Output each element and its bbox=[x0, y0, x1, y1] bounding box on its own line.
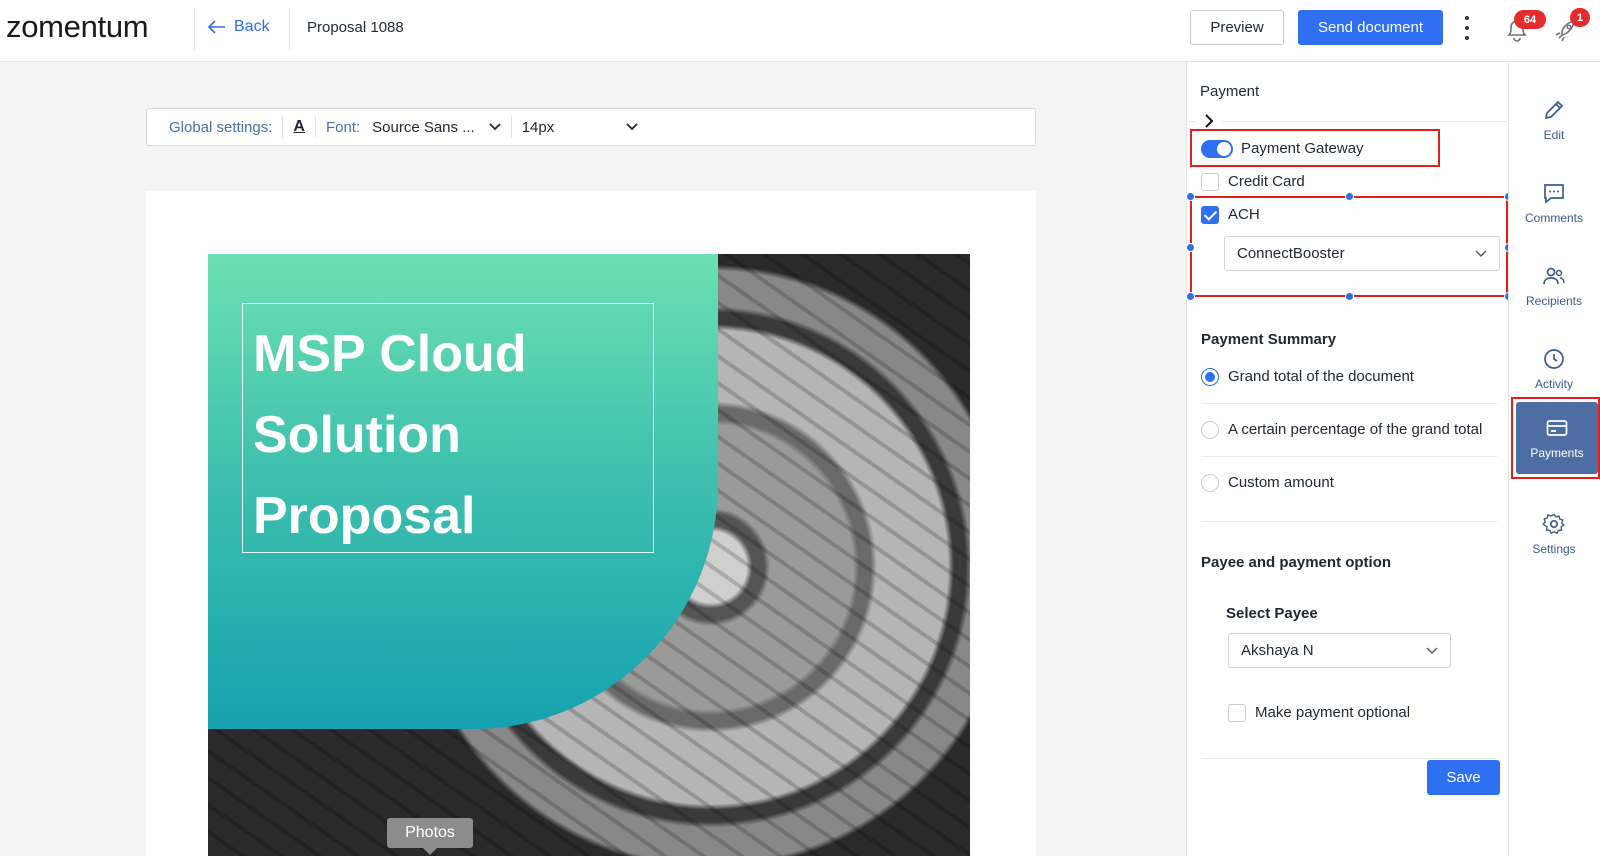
rail-label: Comments bbox=[1524, 211, 1583, 225]
more-options-icon[interactable] bbox=[1462, 16, 1472, 40]
send-document-button[interactable]: Send document bbox=[1298, 10, 1443, 45]
cover-title-line: Proposal bbox=[253, 487, 476, 545]
clock-icon bbox=[1544, 349, 1564, 369]
document-title[interactable]: Proposal 1088 bbox=[307, 19, 404, 36]
payment-summary-heading: Payment Summary bbox=[1201, 331, 1337, 348]
rail-settings[interactable]: Settings bbox=[1508, 496, 1600, 572]
radio-label: Custom amount bbox=[1228, 474, 1334, 491]
radio-percentage[interactable] bbox=[1201, 421, 1219, 439]
gear-icon bbox=[1542, 513, 1565, 535]
global-settings-toolbar: Global settings: A Font: Source Sans ...… bbox=[146, 108, 1036, 146]
header-divider bbox=[194, 8, 195, 50]
pencil-icon bbox=[1544, 100, 1564, 120]
divider bbox=[1201, 456, 1497, 457]
rail-recipients[interactable]: Recipients bbox=[1508, 248, 1600, 324]
save-button[interactable]: Save bbox=[1427, 760, 1500, 795]
chevron-down-icon bbox=[1426, 647, 1438, 654]
gateway-highlight bbox=[1190, 129, 1440, 167]
users-icon bbox=[1543, 267, 1565, 285]
credit-card-label: Credit Card bbox=[1228, 173, 1305, 190]
divider bbox=[1201, 403, 1497, 404]
resize-handle[interactable] bbox=[1186, 243, 1195, 252]
resize-handle[interactable] bbox=[1186, 292, 1195, 301]
chevron-right-icon bbox=[1205, 114, 1214, 128]
resize-handle[interactable] bbox=[1345, 192, 1354, 201]
resize-handle[interactable] bbox=[1345, 292, 1354, 301]
cover-title-line: MSP Cloud bbox=[253, 325, 527, 383]
back-label: Back bbox=[234, 18, 270, 35]
rail-edit[interactable]: Edit bbox=[1508, 82, 1600, 158]
rail-label: Settings bbox=[1532, 542, 1576, 556]
divider bbox=[1201, 758, 1497, 759]
payments-highlight bbox=[1511, 397, 1600, 479]
payee-heading: Payee and payment option bbox=[1201, 554, 1392, 571]
font-size-select[interactable]: 14px bbox=[522, 119, 626, 136]
make-optional-label: Make payment optional bbox=[1255, 704, 1411, 721]
cover-title[interactable]: MSP Cloud Solution Proposal bbox=[253, 314, 643, 557]
radio-grand-total[interactable] bbox=[1201, 368, 1219, 386]
back-button[interactable]: Back bbox=[208, 18, 270, 36]
header-divider bbox=[289, 8, 290, 50]
divider bbox=[1201, 521, 1497, 522]
zomentum-logo[interactable]: zomentum bbox=[6, 9, 149, 45]
global-settings-label: Global settings: bbox=[169, 118, 273, 136]
top-bar: zomentum Back Proposal 1088 Preview Send… bbox=[0, 0, 1600, 62]
radio-label: Grand total of the document bbox=[1228, 368, 1414, 385]
comment-icon bbox=[1544, 184, 1564, 204]
rail-label: Activity bbox=[1534, 377, 1573, 391]
credit-card-checkbox[interactable] bbox=[1201, 173, 1219, 191]
payee-value: Akshaya N bbox=[1241, 642, 1314, 659]
arrow-left-icon bbox=[208, 20, 225, 34]
rail-label: Recipients bbox=[1525, 294, 1583, 308]
notifications-badge: 64 bbox=[1514, 10, 1546, 29]
cover-section[interactable]: MSP Cloud Solution Proposal bbox=[208, 254, 970, 856]
resize-handle[interactable] bbox=[1186, 192, 1195, 201]
cover-title-line: Solution bbox=[253, 406, 461, 464]
cover-title-box[interactable]: MSP Cloud Solution Proposal bbox=[242, 303, 654, 553]
rail-activity[interactable]: Activity bbox=[1508, 331, 1600, 407]
radio-label: A certain percentage of the grand total bbox=[1228, 421, 1483, 438]
radio-custom-amount[interactable] bbox=[1201, 474, 1219, 492]
make-optional-checkbox[interactable] bbox=[1228, 704, 1246, 722]
preview-button[interactable]: Preview bbox=[1190, 10, 1284, 45]
ach-selection-box[interactable] bbox=[1190, 196, 1508, 297]
rail-label: Edit bbox=[1543, 128, 1565, 142]
photos-tooltip[interactable]: Photos bbox=[387, 818, 473, 855]
chevron-down-icon[interactable] bbox=[626, 123, 638, 131]
panel-divider bbox=[1186, 121, 1508, 122]
font-label: Font: bbox=[325, 118, 361, 136]
select-payee-label: Select Payee bbox=[1226, 605, 1318, 622]
text-color-icon[interactable]: A bbox=[293, 118, 305, 136]
payee-select[interactable]: Akshaya N bbox=[1228, 633, 1451, 668]
panel-title: Payment bbox=[1200, 83, 1260, 100]
rail-comments[interactable]: Comments bbox=[1508, 165, 1600, 241]
font-family-select[interactable]: Source Sans ... bbox=[372, 119, 475, 136]
chevron-down-icon[interactable] bbox=[489, 123, 501, 131]
rocket-badge: 1 bbox=[1570, 8, 1590, 27]
